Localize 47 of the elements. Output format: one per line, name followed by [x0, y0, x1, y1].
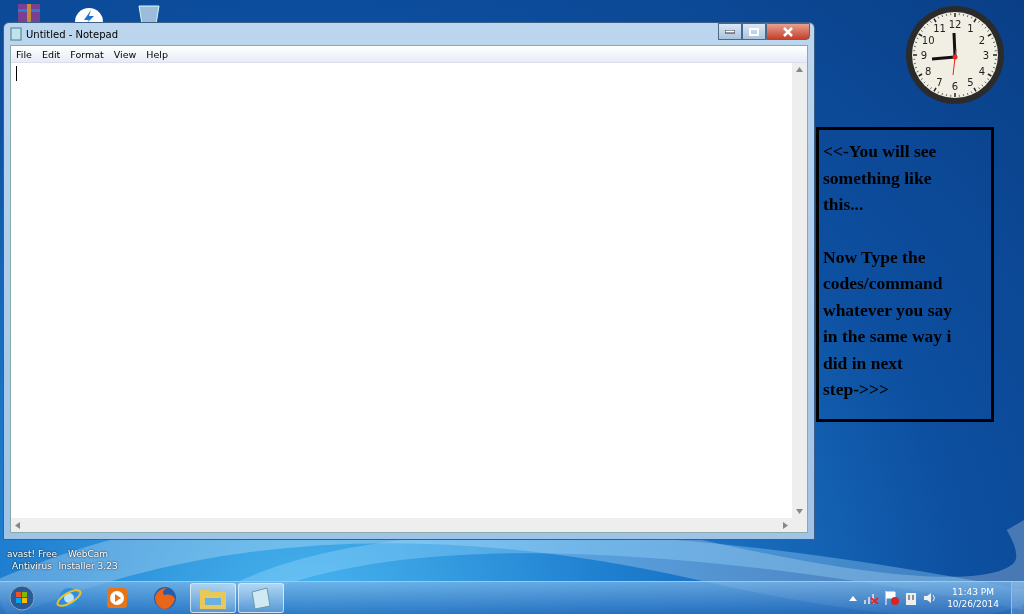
show-desktop-button[interactable]	[1011, 582, 1024, 614]
clock-numeral: 5	[967, 76, 974, 88]
clock-numeral: 11	[933, 23, 946, 35]
maximize-icon	[749, 27, 759, 36]
menu-item[interactable]: Format	[65, 48, 109, 60]
scroll-right-icon[interactable]	[783, 521, 788, 529]
vertical-scrollbar[interactable]	[792, 63, 807, 518]
fox-globe-icon	[152, 585, 178, 611]
taskbar-button[interactable]	[190, 583, 236, 613]
clock-numeral: 7	[936, 76, 943, 88]
taskbar-button[interactable]	[238, 583, 284, 613]
instruction-text: <<-You will see something like this...	[823, 140, 938, 216]
text-cursor	[16, 66, 17, 81]
scroll-down-icon[interactable]	[796, 509, 803, 514]
instruction-text: Now Type the codes/command whatever you say in the same way i did in next step->>>	[823, 245, 953, 401]
close-icon	[782, 26, 794, 37]
clock-numeral: 10	[921, 34, 935, 46]
scroll-left-icon[interactable]	[15, 521, 20, 529]
horizontal-scrollbar[interactable]	[11, 518, 792, 532]
menu-item[interactable]: File	[11, 48, 37, 60]
notepad-icon	[10, 27, 22, 41]
clock-numeral: 2	[978, 34, 986, 46]
notepad-icon	[249, 586, 273, 610]
menu-item[interactable]: Edit	[36, 48, 66, 60]
network-signal-icon[interactable]	[863, 592, 880, 604]
show-hidden-icons-icon[interactable]	[849, 595, 858, 601]
scroll-up-icon[interactable]	[796, 67, 803, 72]
flag-icon[interactable]	[885, 591, 900, 605]
close-button[interactable]	[766, 23, 810, 40]
minimize-icon	[725, 29, 735, 34]
power-plug-icon[interactable]	[905, 591, 918, 605]
clock-numeral: 8	[924, 65, 932, 77]
clock-numeral: 1	[967, 23, 974, 35]
play-icon	[106, 587, 128, 609]
clock-numeral: 4	[978, 65, 986, 77]
clock-numeral: 9	[920, 50, 928, 61]
clock-numeral: 6	[951, 81, 959, 92]
clock-numeral: 3	[982, 50, 990, 61]
globe-e-icon	[56, 585, 82, 611]
window-title: Untitled - Notepad	[26, 28, 119, 40]
minimize-button[interactable]	[718, 23, 742, 40]
menu-item[interactable]: View	[108, 48, 142, 60]
maximize-button[interactable]	[742, 23, 766, 40]
menu-item[interactable]: Help	[141, 48, 173, 60]
clock-numeral: 12	[948, 19, 962, 30]
speaker-icon[interactable]	[923, 592, 938, 604]
taskbar-date[interactable]: 10/26/2014	[947, 598, 999, 610]
